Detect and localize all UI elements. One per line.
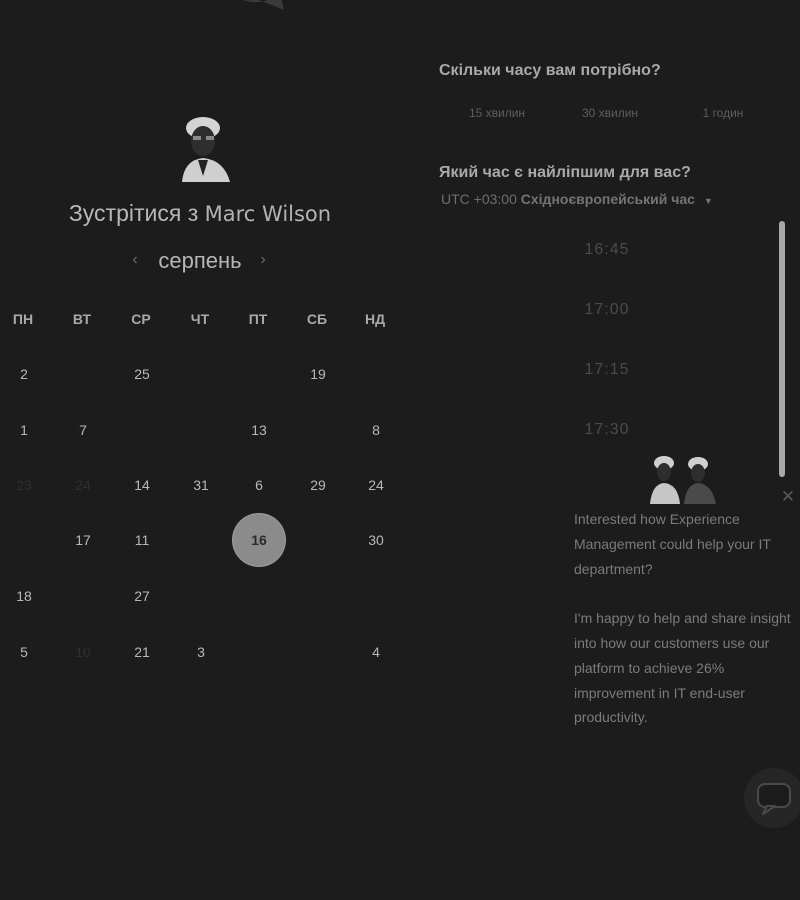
chat-message-text-2: I'm happy to help and share insight into…	[574, 610, 791, 726]
chat-message: Interested how Experience Management cou…	[574, 507, 794, 755]
calendar-day	[292, 514, 344, 566]
time-slot[interactable]: 17:00	[530, 301, 684, 319]
calendar-day[interactable]: 8	[350, 404, 402, 456]
weekday-label: ПТ	[248, 311, 268, 327]
calendar-day-selected[interactable]: 16	[233, 514, 285, 566]
time-slots-scrollbar[interactable]	[778, 221, 786, 479]
calendar-day[interactable]: 17	[57, 514, 109, 566]
chevron-right-icon[interactable]: ›	[256, 252, 270, 268]
calendar-day[interactable]: 18	[0, 570, 50, 622]
calendar-day[interactable]: 25	[116, 348, 168, 400]
calendar-day	[175, 348, 227, 400]
close-icon[interactable]: ✕	[780, 488, 796, 505]
calendar-day[interactable]: 6	[233, 459, 285, 511]
calendar-day	[292, 626, 344, 678]
weekday-label: СР	[131, 311, 151, 327]
duration-option-30[interactable]: 30 хвилин	[555, 106, 665, 120]
calendar-day	[233, 626, 285, 678]
meeting-scheduler-page: Зустрітися з Marc Wilson ‹ серпень › ПН В…	[0, 0, 800, 900]
timezone-name: Східноєвропейський час	[520, 191, 695, 207]
calendar-day[interactable]: 13	[233, 404, 285, 456]
calendar-day	[292, 570, 344, 622]
calendar-day	[175, 570, 227, 622]
calendar-day	[175, 514, 227, 566]
chat-message-text-1: Interested how Experience Management cou…	[574, 511, 771, 577]
calendar-day[interactable]: 24	[350, 459, 402, 511]
timezone-offset: UTC +03:00	[441, 191, 517, 207]
caret-down-icon: ▼	[703, 196, 713, 206]
chat-launcher-button[interactable]	[744, 768, 800, 828]
time-slot[interactable]: 16:45	[530, 241, 684, 259]
calendar-day[interactable]: 2	[0, 348, 50, 400]
calendar-day[interactable]: 19	[292, 348, 344, 400]
calendar-day[interactable]: 31	[175, 459, 227, 511]
calendar-day[interactable]: 3	[175, 626, 227, 678]
weekday-label: ПН	[12, 311, 34, 327]
logo-icon	[243, 0, 284, 10]
chat-bubble-icon	[757, 783, 791, 815]
scrollbar-thumb[interactable]	[779, 221, 785, 477]
calendar-day	[57, 348, 109, 400]
month-navigator: ‹ серпень ›	[120, 246, 280, 278]
calendar-day[interactable]: 5	[0, 626, 50, 678]
calendar-day[interactable]: 14	[116, 459, 168, 511]
calendar-day	[57, 570, 109, 622]
duration-question: Скільки часу вам потрібно?	[439, 62, 661, 79]
calendar-day[interactable]: 1	[0, 404, 50, 456]
time-slot[interactable]: 17:15	[530, 361, 684, 379]
calendar-day	[116, 404, 168, 456]
host-name: Marc Wilson	[204, 202, 332, 226]
weekday-label: ВТ	[72, 311, 92, 327]
timezone-selector[interactable]: UTC +03:00 Східноєвропейський час ▼	[441, 191, 713, 207]
calendar-day: 24	[75, 477, 91, 493]
calendar-day: 23	[16, 477, 32, 493]
calendar-day[interactable]: 29	[292, 459, 344, 511]
title-prefix: Зустрітися з	[68, 200, 199, 226]
calendar-day	[0, 514, 50, 566]
calendar-day[interactable]: 7	[57, 404, 109, 456]
weekday-label: СБ	[306, 311, 328, 327]
calendar-day[interactable]: 11	[116, 514, 168, 566]
time-question: Який час є найліпшим для вас?	[439, 164, 691, 181]
calendar-day	[233, 570, 285, 622]
duration-option-60[interactable]: 1 годин	[668, 106, 778, 120]
calendar-day	[350, 570, 402, 622]
calendar-day[interactable]: 27	[116, 570, 168, 622]
calendar-day[interactable]: 30	[350, 514, 402, 566]
meeting-title: Зустрітися з Marc Wilson	[0, 200, 400, 227]
duration-option-15[interactable]: 15 хвилин	[442, 106, 552, 120]
calendar-day	[233, 348, 285, 400]
host-avatar	[182, 117, 230, 182]
calendar-day[interactable]: 21	[116, 626, 168, 678]
time-slot[interactable]: 17:30	[530, 421, 684, 439]
calendar-day[interactable]: 4	[350, 626, 402, 678]
calendar-day	[175, 404, 227, 456]
weekday-label: НД	[364, 311, 386, 327]
weekday-label: ЧТ	[190, 311, 210, 327]
calendar-day: 10	[75, 644, 91, 660]
chat-agents-avatars	[650, 456, 716, 504]
calendar-day	[292, 404, 344, 456]
calendar-day	[350, 348, 402, 400]
